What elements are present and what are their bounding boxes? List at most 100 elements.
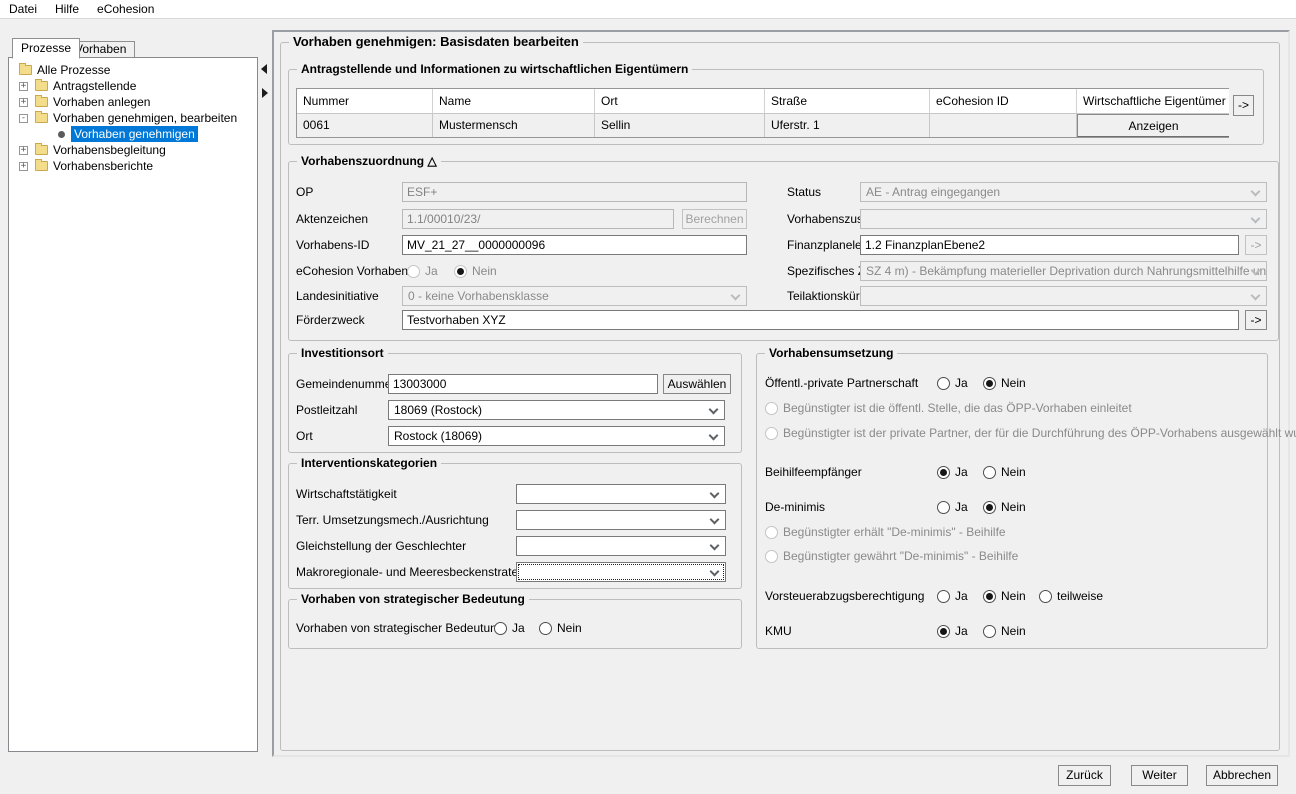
tree-expand-icon[interactable]: +	[19, 146, 28, 155]
radio-label: Ja	[955, 376, 968, 390]
finanzplanelement-goto-button[interactable]: ->	[1245, 235, 1267, 255]
oepp-label: Öffentl.-private Partnerschaft	[765, 373, 918, 393]
applicants-goto-button[interactable]: ->	[1233, 95, 1254, 116]
splitter-expand-icon[interactable]	[262, 88, 268, 98]
de-minimis-ja-radio[interactable]: Ja	[937, 500, 968, 514]
tree-item-vorhaben-genehmigen[interactable]: Vorhaben genehmigen	[9, 126, 257, 142]
radio-label: Nein	[1001, 465, 1026, 479]
radio-icon-checked	[983, 501, 996, 514]
tree-item-vorhabensberichte[interactable]: + Vorhabensberichte	[9, 158, 257, 174]
col-strasse[interactable]: Straße	[765, 89, 930, 114]
tree-collapse-icon[interactable]: -	[19, 114, 28, 123]
teilaktionskuerzel-select[interactable]	[860, 286, 1267, 306]
tree-expand-icon[interactable]: +	[19, 162, 28, 171]
applicants-table: Nummer Antragstellende Name Ort Straße e…	[296, 88, 1229, 138]
weiter-button[interactable]: Weiter	[1131, 765, 1188, 786]
abbrechen-button[interactable]: Abbrechen	[1206, 765, 1278, 786]
tree-expand-icon[interactable]: +	[19, 98, 28, 107]
col-name[interactable]: Name	[433, 89, 595, 114]
makroregional-select[interactable]	[516, 562, 726, 582]
de-minimis-label: De-minimis	[765, 497, 825, 517]
table-header-row: Nummer Antragstellende Name Ort Straße e…	[297, 89, 1228, 114]
menu-datei[interactable]: Datei	[0, 0, 46, 19]
berechnen-button[interactable]: Berechnen	[682, 209, 747, 229]
select-value: AE - Antrag eingegangen	[866, 185, 1000, 199]
zurueck-button[interactable]: Zurück	[1058, 765, 1111, 786]
splitter-collapse-icon[interactable]	[261, 64, 267, 74]
radio-icon-checked	[937, 466, 950, 479]
chevron-down-icon	[710, 515, 720, 525]
landesinitiative-select[interactable]: 0 - keine Vorhabensklasse	[402, 286, 747, 306]
vorsteuer-ja-radio[interactable]: Ja	[937, 589, 968, 603]
radio-icon	[407, 265, 420, 278]
postleitzahl-label: Postleitzahl	[296, 400, 357, 420]
radio-icon	[765, 427, 778, 440]
strategisch-label: Vorhaben von strategischer Bedeutung	[296, 618, 503, 638]
oepp-nein-radio[interactable]: Nein	[983, 376, 1026, 390]
status-select[interactable]: AE - Antrag eingegangen	[860, 182, 1267, 202]
strategisch-nein-radio[interactable]: Nein	[539, 621, 582, 635]
finanzplanelement-field[interactable]	[860, 235, 1239, 255]
vorsteuer-teilweise-radio[interactable]: teilweise	[1039, 589, 1103, 603]
wirtschaftstaetigkeit-select[interactable]	[516, 484, 726, 504]
tree-item-vorhaben-anlegen[interactable]: + Vorhaben anlegen	[9, 94, 257, 110]
aktenzeichen-field[interactable]	[402, 209, 674, 229]
auswaehlen-button[interactable]: Auswählen	[663, 374, 731, 394]
investitionsort-group-title: Investitionsort	[297, 346, 388, 360]
radio-icon	[1039, 590, 1052, 603]
col-nummer-antragstellende[interactable]: Nummer Antragstellende	[297, 89, 433, 114]
tree-item-antragstellende[interactable]: + Antragstellende	[9, 78, 257, 94]
de-minimis-nein-radio[interactable]: Nein	[983, 500, 1026, 514]
de-minimis-sub1-radio[interactable]: Begünstigter erhält "De-minimis" - Beihi…	[765, 525, 1006, 539]
gleichstellung-select[interactable]	[516, 536, 726, 556]
oepp-sub2-radio[interactable]: Begünstigter ist der private Partner, de…	[765, 426, 1296, 440]
folder-icon	[35, 81, 48, 91]
col-ecohesion-id[interactable]: eCohesion ID	[930, 89, 1077, 114]
tab-prozesse[interactable]: Prozesse	[12, 38, 80, 59]
radio-icon	[937, 501, 950, 514]
foerderzweck-field[interactable]	[402, 310, 1239, 330]
umsetzung-group-title: Vorhabensumsetzung	[765, 346, 897, 360]
ecohesion-ja-radio[interactable]: Ja	[407, 264, 438, 278]
beihilfe-nein-radio[interactable]: Nein	[983, 465, 1026, 479]
kmu-nein-radio[interactable]: Nein	[983, 624, 1026, 638]
vorhabens-id-label: Vorhabens-ID	[296, 235, 369, 255]
oepp-ja-radio[interactable]: Ja	[937, 376, 968, 390]
table-row[interactable]: 0061 Mustermensch Sellin Uferstr. 1 Anze…	[297, 114, 1228, 137]
postleitzahl-select[interactable]: 18069 (Rostock)	[388, 400, 725, 420]
select-value: SZ 4 m) - Bekämpfung materieller Depriva…	[866, 264, 1267, 278]
vorhabens-id-field[interactable]	[402, 235, 747, 255]
foerderzweck-goto-button[interactable]: ->	[1245, 310, 1267, 330]
tree-item-vorhaben-genehmigen-bearbeiten[interactable]: - Vorhaben genehmigen, bearbeiten	[9, 110, 257, 126]
tree-expand-icon[interactable]: +	[19, 82, 28, 91]
anzeigen-button[interactable]: Anzeigen	[1077, 114, 1229, 137]
vorsteuer-nein-radio[interactable]: Nein	[983, 589, 1026, 603]
kmu-ja-radio[interactable]: Ja	[937, 624, 968, 638]
radio-label: Ja	[955, 465, 968, 479]
oepp-sub1-radio[interactable]: Begünstigter ist die öffentl. Stelle, di…	[765, 401, 1132, 415]
beihilfeempfaenger-label: Beihilfeempfänger	[765, 462, 862, 482]
radio-label: teilweise	[1057, 589, 1103, 603]
ecohesion-nein-radio[interactable]: Nein	[454, 264, 497, 278]
tree-item-vorhabensbegleitung[interactable]: + Vorhabensbegleitung	[9, 142, 257, 158]
gemeindenummer-field[interactable]	[388, 374, 658, 394]
col-wirtschaftliche-eigentuemer[interactable]: Wirtschaftliche Eigentümer	[1077, 89, 1229, 114]
folder-icon	[35, 97, 48, 107]
de-minimis-sub2-radio[interactable]: Begünstigter gewährt "De-minimis" - Beih…	[765, 549, 1018, 563]
radio-icon	[765, 550, 778, 563]
investitionsort-groupbox: Investitionsort Gemeindenummer Auswählen…	[288, 353, 742, 453]
tree-item-alle-prozesse[interactable]: Alle Prozesse	[9, 62, 257, 78]
radio-label: Begünstigter ist der private Partner, de…	[783, 426, 1296, 440]
terr-umsetzung-select[interactable]	[516, 510, 726, 530]
ort-select[interactable]: Rostock (18069)	[388, 426, 725, 446]
op-field[interactable]	[402, 182, 747, 202]
col-ort[interactable]: Ort	[595, 89, 765, 114]
spezifisches-ziel-select[interactable]: SZ 4 m) - Bekämpfung materieller Depriva…	[860, 261, 1267, 281]
menu-ecohesion[interactable]: eCohesion	[88, 0, 163, 19]
strategisch-ja-radio[interactable]: Ja	[494, 621, 525, 635]
radio-label: Nein	[1001, 376, 1026, 390]
vorhabenszustand-select[interactable]	[860, 209, 1267, 229]
op-label: OP	[296, 182, 313, 202]
beihilfe-ja-radio[interactable]: Ja	[937, 465, 968, 479]
menu-hilfe[interactable]: Hilfe	[46, 0, 88, 19]
